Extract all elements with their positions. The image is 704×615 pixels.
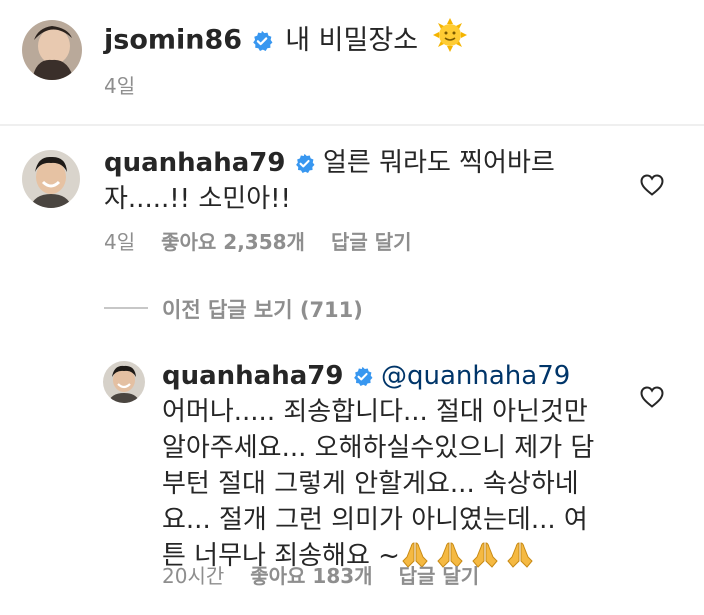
- comment-content: quanhaha79 얼른 뭐라도 찍어바르자.....!! 소민아!!: [104, 145, 624, 217]
- post-caption-text: 내 비밀장소: [285, 24, 419, 56]
- comment-timestamp: 4일: [104, 230, 136, 254]
- folded-hands-icon: [505, 539, 535, 569]
- comment-likes[interactable]: 좋아요 2,358개: [161, 230, 305, 254]
- comment-username[interactable]: quanhaha79: [104, 148, 285, 178]
- reply-username[interactable]: quanhaha79: [162, 361, 343, 391]
- comment-avatar[interactable]: [22, 150, 80, 208]
- comment-meta: 4일 좋아요 2,358개 답글 달기: [104, 226, 412, 255]
- reply-mention-link[interactable]: @quanhaha79: [381, 361, 570, 391]
- view-previous-replies-button[interactable]: 이전 답글 보기 (711): [162, 294, 363, 324]
- heart-icon[interactable]: [640, 174, 664, 196]
- reply-meta: 20시간 좋아요 183개 답글 달기: [162, 560, 479, 589]
- sun-emoji-icon: [432, 18, 467, 64]
- verified-badge-icon: [251, 30, 273, 52]
- heart-icon[interactable]: [640, 386, 664, 408]
- verified-badge-icon: [294, 153, 315, 174]
- caption-divider: [0, 124, 704, 126]
- reply-content: quanhaha79 @quanhaha79 어머나..... 죄송합니다...…: [162, 358, 602, 574]
- reply-avatar[interactable]: [103, 361, 145, 403]
- comment-reply-button[interactable]: 답글 달기: [331, 230, 412, 254]
- post-author-username[interactable]: jsomin86: [104, 25, 242, 56]
- post-caption: jsomin86 내 비밀장소: [104, 18, 467, 64]
- verified-badge-icon: [352, 366, 373, 387]
- post-timestamp: 4일: [104, 74, 136, 98]
- reply-timestamp: 20시간: [162, 564, 225, 588]
- view-replies-line: [104, 307, 148, 309]
- reply-reply-button[interactable]: 답글 달기: [399, 564, 480, 588]
- post-author-avatar[interactable]: [22, 20, 82, 80]
- reply-likes[interactable]: 좋아요 183개: [250, 564, 372, 588]
